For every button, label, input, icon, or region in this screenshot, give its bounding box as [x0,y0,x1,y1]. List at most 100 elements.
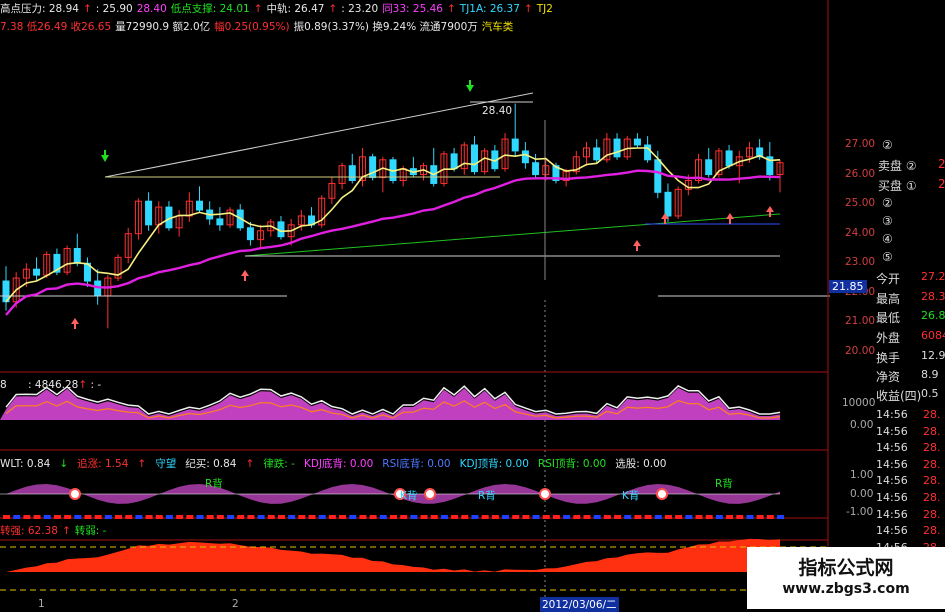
candle-body [633,138,641,146]
signal-strip-cell [705,515,713,519]
signal-strip-cell [318,515,326,519]
header-item: WLT: 0.84 [0,458,51,470]
tick-time: 14:56 [876,474,908,488]
candle-body [450,153,458,170]
tick-time: 14:56 [876,507,908,521]
signal-strip-cell [440,515,448,519]
tick-time: 14:56 [876,524,908,538]
header-item: 幅0.25(0.95%) [214,21,290,33]
signal-strip-cell [746,515,754,519]
signal-strip-cell [339,515,347,519]
up-arrow-icon [766,206,774,212]
header-item: ↓ [59,458,69,470]
candle-body [654,159,662,193]
signal-strip-cell [216,515,224,519]
signal-dot-icon [539,488,551,500]
candle-body [348,165,356,181]
signal-strip-cell [64,515,72,519]
signal-dot-icon [69,488,81,500]
header-item: ↑ [137,458,147,470]
signal-strip-cell [125,515,133,519]
candle-body [33,268,41,276]
signal-strip-cell [328,515,336,519]
signal-strip-cell [777,515,784,519]
signal-strip-cell [685,515,693,519]
tick-value: 28. [923,507,941,521]
signal-strip-cell [277,515,285,519]
quote-panel: ② 卖盘 ② 2 买盘 ① 2 ② ③ ④ ⑤ 今开 27.2 最高 28.3 最低 26.8 外盘 6084 换… [830,0,945,609]
signal-strip-cell [614,515,622,519]
header-item: ↑ [523,3,533,15]
tick-value: 28. [923,457,941,471]
down-arrow-icon [101,155,109,162]
header-item: 汽车类 [481,21,514,33]
signal-strip-cell [603,515,611,519]
header-item: 纪买: 0.84 [185,458,237,470]
signal-strip-cell [237,515,245,519]
signal-strip-cell [84,515,92,519]
header-item: 转弱: - [74,525,107,537]
signal-strip-cell [563,515,571,519]
stat-label: 收益(四) [876,389,922,403]
stat-value: 0.5 [921,387,939,400]
signal-strip-cell [74,515,82,519]
signal-strip-cell [491,515,499,519]
volume-panel-header: 8 : 4846.28↑ : - [0,379,102,391]
candle-body [521,150,529,164]
header-item: 追涨: 1.54 [77,458,129,470]
trend-area [0,538,780,572]
signal-strip-cell [644,515,652,519]
date-axis-2: 2 [232,598,239,610]
watermark: 指标公式网 www.zbgs3.com [747,547,945,609]
signal-strip-cell [675,515,683,519]
header-item: 律跌: - [263,458,295,470]
order-book-label: ⑤ [882,250,893,264]
tick-value: 28. [923,474,941,488]
signal-strip-cell [155,515,163,519]
signal-strip-cell [400,515,408,519]
header-item: ↑ [61,525,71,537]
price-chart[interactable] [0,0,830,609]
tick-time: 14:56 [876,491,908,504]
candle-body [511,138,519,152]
signal-strip-cell [104,515,112,519]
up-arrow-icon [71,318,79,324]
date-axis-1: 1 [38,598,45,610]
tick-value: 28. [923,424,941,438]
stat-label: 今开 [876,272,901,286]
candle-body [593,147,601,161]
stat-value: 28.3 [921,290,945,303]
signal-strip-cell [461,515,469,519]
signal-mark-label: K背 [622,490,640,502]
signal-strip-cell [145,515,153,519]
signal-strip-cell [196,515,204,519]
header-item: KDJ底背: 0.00 [303,458,374,470]
volume-area [0,387,780,420]
candle-body [196,200,203,211]
signal-strip-cell [695,515,703,519]
header-item: TJ2 [536,3,553,15]
header-item: : 25.90 [95,3,133,15]
up-arrow-icon [241,270,249,276]
signal-strip-cell [756,515,764,519]
order-book-label: 卖盘 ② [878,159,917,173]
stat-label: 净资 [876,370,901,384]
header-line-1: 高点压力: 28.94 ↑: 25.90 28.40 低点支撑: 24.01 ↑ 中轨: … [0,1,557,16]
signal-strip-cell [542,515,550,519]
signal-strip-cell [481,515,489,519]
trend-panel-header: 转强: 62.38 ↑ 转弱: - [0,523,110,538]
signal-strip-cell [3,515,10,519]
signal-strip-cell [13,515,21,519]
signal-mark-label: K背 [400,490,418,502]
signal-strip-cell [654,515,662,519]
signal-strip-cell [206,515,214,519]
peak-price-label: 28.40 [482,105,513,117]
candle-body [532,162,540,176]
stat-value: 26.8 [921,309,945,322]
support-trendline [244,213,781,257]
signal-strip-cell [267,515,275,519]
watermark-url: www.zbgs3.com [782,581,910,597]
header-item: 7.38 低26.49 收26.65 [0,21,112,33]
signal-strip-cell [43,515,51,519]
signal-strip-cell [593,515,601,519]
